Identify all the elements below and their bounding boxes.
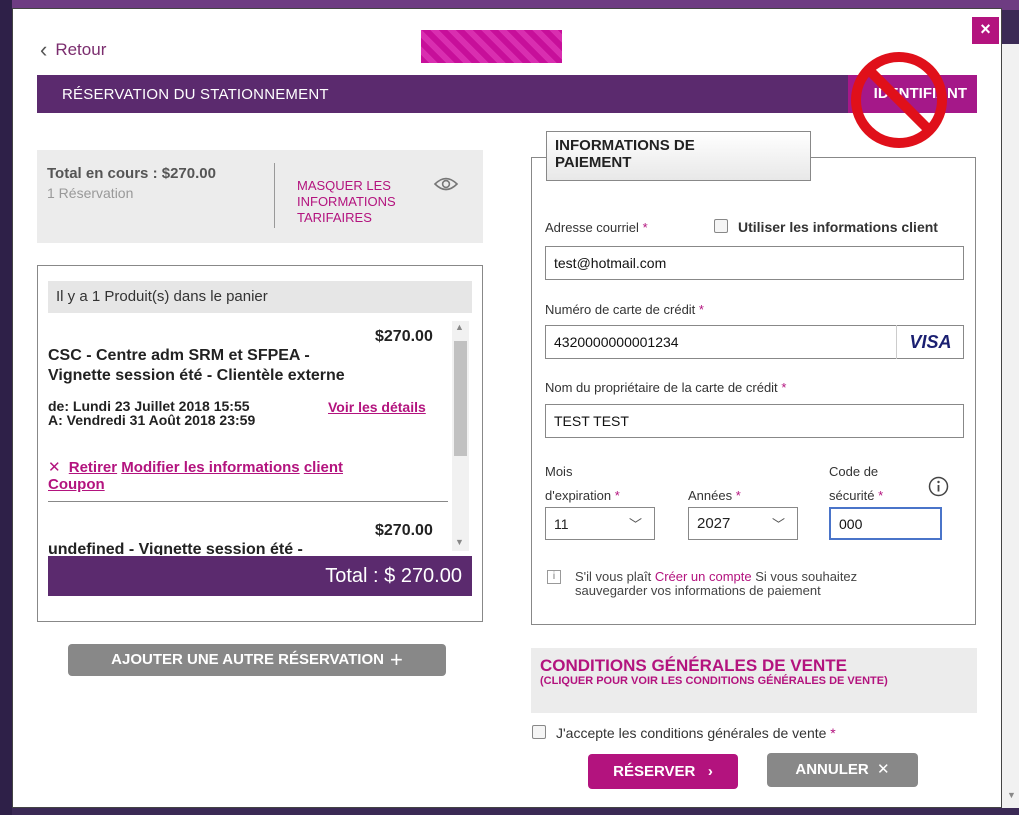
month-select[interactable]: 11 ﹀ <box>545 507 655 540</box>
payment-tab: INFORMATIONS DE PAIEMENT <box>546 131 811 181</box>
accept-terms-checkbox[interactable] <box>532 725 546 739</box>
card-owner-label: Nom du propriétaire de la carte de crédi… <box>545 380 787 395</box>
chevron-down-icon: ﹀ <box>628 517 642 532</box>
plus-icon: + <box>389 647 403 673</box>
month-label: Mois d'expiration * <box>545 464 620 503</box>
cart-header: Il y a 1 Produit(s) dans le panier <box>48 281 472 313</box>
payment-tab-line: INFORMATIONS DE <box>555 137 695 154</box>
cvv-label: Code de sécurité * <box>829 464 884 503</box>
info-icon[interactable] <box>928 476 949 497</box>
use-client-label: Utiliser les informations client <box>738 219 938 235</box>
item-date-from: de: Lundi 23 Juillet 2018 15:55 <box>48 398 250 414</box>
payment-tab-line: PAIEMENT <box>555 154 632 171</box>
cvv-input[interactable]: 000 <box>829 507 942 540</box>
cancel-button[interactable]: ANNULER ✕ <box>767 753 918 787</box>
item-actions: ✕ Retirer Modifier les informations clie… <box>48 459 358 493</box>
view-details-link[interactable]: Voir les détails <box>328 399 426 415</box>
email-label: Adresse courriel * <box>545 220 648 235</box>
hide-pricing-line: TARIFAIRES <box>297 210 372 225</box>
remove-link[interactable]: Retirer <box>69 459 117 476</box>
scroll-down-icon[interactable]: ▼ <box>1007 790 1016 800</box>
cart-panel: Il y a 1 Produit(s) dans le panier ▲ ▼ $… <box>37 265 483 622</box>
account-note: S'il vous plaît Créer un compte Si vous … <box>575 569 858 598</box>
terms-subtitle[interactable]: (CLIQUER POUR VOIR LES CONDITIONS GÉNÉRA… <box>540 676 960 687</box>
item-title: CSC - Centre adm SRM et SFPEA - Vignette… <box>48 346 448 386</box>
summary-count: 1 Réservation <box>47 185 134 201</box>
item-dates: de: Lundi 23 Juillet 2018 15:55 A: Vendr… <box>48 399 255 427</box>
terms-title: CONDITIONS GÉNÉRALES DE VENTE <box>540 656 847 675</box>
scroll-up-icon[interactable]: ▲ <box>455 322 464 332</box>
remove-icon[interactable]: ✕ <box>48 459 61 476</box>
item-price: $270.00 <box>375 522 433 539</box>
year-label: Années * <box>688 488 741 503</box>
use-client-checkbox[interactable] <box>714 219 728 233</box>
coupon-link[interactable]: Coupon <box>48 476 105 493</box>
close-button[interactable]: × <box>972 17 999 44</box>
window-left-border <box>0 0 12 815</box>
hide-pricing-line: INFORMATIONS <box>297 194 396 209</box>
visa-icon: VISA <box>896 325 964 359</box>
email-input[interactable]: test@hotmail.com <box>545 246 964 280</box>
page-title: RÉSERVATION DU STATIONNEMENT <box>62 86 329 103</box>
card-owner-input[interactable]: TEST TEST <box>545 404 964 438</box>
item-date-to: A: Vendredi 31 Août 2018 23:59 <box>48 412 256 428</box>
summary-divider <box>274 163 275 228</box>
reserve-label: RÉSERVER <box>613 763 696 780</box>
card-number-label: Numéro de carte de crédit * <box>545 302 704 317</box>
summary-total: Total en cours : $270.00 <box>47 165 216 182</box>
add-reservation-button[interactable]: AJOUTER UNE AUTRE RÉSERVATION + <box>68 644 446 676</box>
chevron-right-icon: › <box>707 763 713 780</box>
item-title-line: Vignette session été - Clientèle externe <box>48 367 345 384</box>
accept-terms-label: J'accepte les conditions générales de ve… <box>556 725 836 741</box>
hide-pricing-line: MASQUER LES <box>297 178 391 193</box>
back-link[interactable]: ‹ Retour <box>40 37 107 62</box>
add-reservation-label: AJOUTER UNE AUTRE RÉSERVATION <box>111 651 384 668</box>
scroll-down-icon[interactable]: ▼ <box>455 537 464 547</box>
client-link[interactable]: client <box>304 459 343 476</box>
create-account-link[interactable]: Créer un compte <box>655 569 752 584</box>
summary-box: Total en cours : $270.00 1 Réservation M… <box>37 150 483 243</box>
dialog-scrollbar[interactable] <box>1002 44 1019 808</box>
reserve-button[interactable]: RÉSERVER › <box>588 754 738 789</box>
terms-box[interactable]: CONDITIONS GÉNÉRALES DE VENTE (CLIQUER P… <box>531 648 977 713</box>
info-note-icon: i <box>547 570 561 584</box>
back-label: Retour <box>55 40 107 59</box>
item-title: undefined - Vignette session été - <box>48 541 303 555</box>
chevron-down-icon: ﹀ <box>771 517 785 532</box>
year-value: 2027 <box>697 515 731 532</box>
brand-logo <box>421 30 562 63</box>
prohibited-icon <box>851 52 947 148</box>
modify-link[interactable]: Modifier les informations <box>121 459 299 476</box>
close-icon: ✕ <box>877 761 890 778</box>
cart-scrollbar-thumb[interactable] <box>454 341 467 456</box>
year-select[interactable]: 2027 ﹀ <box>688 507 798 540</box>
month-value: 11 <box>554 515 569 532</box>
hide-pricing-link[interactable]: MASQUER LES INFORMATIONS TARIFAIRES <box>297 178 417 226</box>
cancel-label: ANNULER <box>795 761 869 778</box>
item-separator <box>48 501 448 502</box>
item-title-line: CSC - Centre adm SRM et SFPEA - <box>48 347 310 364</box>
chevron-left-icon: ‹ <box>40 37 48 62</box>
header-bar: RÉSERVATION DU STATIONNEMENT <box>37 75 977 113</box>
eye-icon[interactable] <box>433 174 459 194</box>
item-price: $270.00 <box>375 328 433 345</box>
cart-total: Total : $ 270.00 <box>48 556 472 596</box>
